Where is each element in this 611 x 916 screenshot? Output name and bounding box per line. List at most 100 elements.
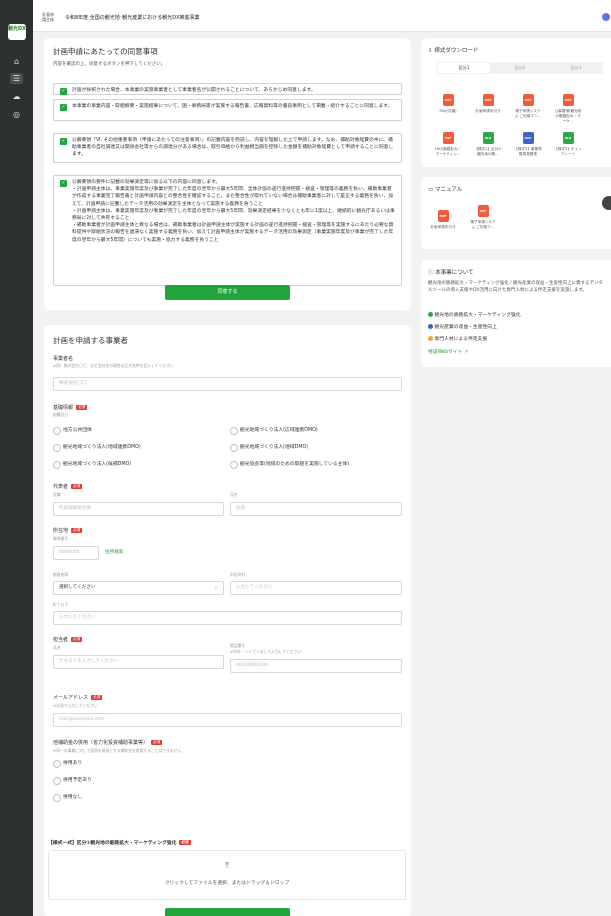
representative-label: 代表者 必須 <box>53 484 83 490</box>
chevron-down-icon: ⌄ <box>214 585 218 590</box>
manual-title: ▭ マニュアル <box>428 187 463 193</box>
street-label: 町丁以下 <box>53 602 69 607</box>
phone-input[interactable]: 00000000000 <box>230 659 402 673</box>
upload-icon: ⤒ <box>225 861 229 870</box>
cloud-icon[interactable]: ☁ <box>10 91 23 102</box>
website-link[interactable]: 特設Webサイト ↗ <box>428 348 468 355</box>
agree-item[interactable]: ✓ 計画が採択された場合、本事業の実施事業者として事業者名が公開されることについて… <box>53 83 402 95</box>
company-input[interactable]: 株式会社〇〇 <box>53 377 402 391</box>
user-icon[interactable]: ◎ <box>10 109 23 120</box>
org-type-radio[interactable]: 観光地域づくり法人(候補DMO) <box>53 461 131 469</box>
tab-category3[interactable]: 区分3 <box>550 63 602 73</box>
name-label: 氏名 <box>230 492 238 497</box>
zip-label: 郵便番号 <box>53 536 69 541</box>
tab-category1[interactable]: 区分1 <box>438 63 490 73</box>
orange-dot-icon <box>428 336 433 341</box>
email-input[interactable]: mail@example.com <box>53 713 402 727</box>
phone-note: ※市外・ハイフンなしで入力してください <box>230 649 302 654</box>
pdf-icon: PDF <box>477 205 489 217</box>
about-bullet: 観光産業の収益・生産性向上 <box>428 323 497 330</box>
download-item[interactable]: PDF 電子申請システム ご利用マニ… <box>514 94 542 119</box>
pdf-icon: PDF <box>442 94 454 106</box>
download-item[interactable]: PDF FAQ(共通) <box>434 94 462 114</box>
checkbox-checked[interactable]: ✓ <box>60 104 67 111</box>
about-title: ⓘ 本事業について <box>428 270 474 276</box>
manual-card: ▭ マニュアル PDF 計画申請手引き PDF 電子申請システム ご利用マ… <box>421 177 611 249</box>
pdf-icon: PDF <box>482 94 494 106</box>
top-header: 計画申請主体 令和8年度 全国の観光地･観光産業における観光DX推進事業 🔔︎ … <box>33 0 611 32</box>
submit-button[interactable] <box>165 908 290 916</box>
org-type-radio[interactable]: 地方公共団体 <box>53 427 92 435</box>
subsidy-radio[interactable]: 併用予定あり <box>53 777 92 785</box>
download-item[interactable]: DOC 【様式3】事業費概算見積書 <box>514 132 542 157</box>
checkbox-checked[interactable]: ✓ <box>60 88 67 95</box>
home-icon[interactable]: ⌂ <box>10 56 23 67</box>
about-bullet: 観光地の販路拡大・マーケティング強化 <box>428 311 521 318</box>
app-logo[interactable]: 観光DX <box>8 24 26 40</box>
manual-item[interactable]: PDF 計画申請手引き <box>429 210 457 230</box>
city-label: 市区町村 <box>230 572 246 577</box>
city-input[interactable]: 入力してください <box>230 581 402 595</box>
avatar[interactable] <box>602 13 610 21</box>
role-label: 役職 <box>53 492 61 497</box>
required-badge: 必須 <box>76 405 88 410</box>
pdf-icon: PDF <box>442 132 454 144</box>
side-rail: 観光DX ⌂ ☰ ☁ ◎ <box>0 0 33 916</box>
upload-dropzone[interactable]: ⤒ クリックしてファイルを選択、またはドラッグ＆ドロップ <box>48 850 406 900</box>
org-type-radio[interactable]: 観光地域づくり法人(地域連携DMO) <box>53 444 141 452</box>
downloads-title: ⇩ 様式ダウンロード <box>428 48 479 54</box>
download-item[interactable]: XLS 【様式3】チェックシート <box>554 132 582 157</box>
org-type-radio[interactable]: 観光地域づくり法人(広域連携DMO) <box>230 427 318 435</box>
download-item[interactable]: PDF 計画申請手引き <box>474 94 502 114</box>
form-title: 計画を申請する事業者 <box>53 336 128 345</box>
contact-name-input[interactable]: テキストを入力してください <box>53 655 224 669</box>
blue-dot-icon <box>428 324 433 329</box>
about-bullet: 専門人材による伴走支援 <box>428 335 487 342</box>
list-icon[interactable]: ☰ <box>10 73 23 84</box>
download-item[interactable]: XLS 【様式2】区分①観光地の販… <box>474 132 502 157</box>
applicant-form-card: 計画を申請する事業者 事業者名 ※例）株式会社〇〇、など会社名の場合は正式名称を… <box>44 325 411 916</box>
agree-item[interactable]: ✓ 本事業の事業内容・取組概要・実施結果について、国・事務局等が実施する報告書、広… <box>53 99 402 121</box>
downloads-card: ⇩ 様式ダウンロード 区分1 区分2 区分3 PDF FAQ(共通) PDF 計画申… <box>421 38 611 167</box>
zip-input[interactable]: 0000000 <box>53 546 99 560</box>
pref-label: 都道府県 <box>53 572 69 577</box>
pdf-icon: PDF <box>522 94 534 106</box>
company-label: 事業者名 <box>53 356 74 362</box>
street-input[interactable]: 入力してください <box>53 611 402 625</box>
agreement-title: 計画申請にあたっての同意事項 <box>53 47 158 56</box>
green-dot-icon <box>428 312 433 317</box>
upload-label: 【様式一式】区分①観光地の販路拡大・マーケティング強化 必須 <box>48 840 191 846</box>
agree-button[interactable]: 同意する <box>165 285 290 300</box>
manual-item[interactable]: PDF 電子申請システム ご利用マ… <box>469 205 497 230</box>
tab-category2[interactable]: 区分2 <box>494 63 546 73</box>
download-item[interactable]: PDF FAQ(販路拡大・マーケティン… <box>434 132 462 157</box>
agree-item[interactable]: ✓ 公募要領の要件に記載の効果測定等に係る以下の内容に同意します。 ・計画申請主体… <box>53 175 402 286</box>
download-item[interactable]: PDF 公募要領(観光地の販路拡大・マーケ… <box>554 94 582 124</box>
subsidy-radio[interactable]: 併用あり <box>53 760 82 768</box>
excel-icon: XLS <box>482 132 494 144</box>
name-input[interactable]: 氏名 <box>230 502 402 516</box>
about-card: ⓘ 本事業について 観光地の販路拡大・マーケティング強化 / 観光産業の収益・生… <box>421 260 611 367</box>
checkbox-checked[interactable]: ✓ <box>60 138 67 145</box>
address-label: 所在地 必須 <box>53 528 83 534</box>
checkbox-checked[interactable]: ✓ <box>60 180 67 187</box>
external-link-icon: ↗ <box>463 350 469 355</box>
org-type-label: 組織区分 <box>53 412 69 417</box>
about-text: 観光地の販路拡大・マーケティング強化 / 観光産業の収益・生産性向上に資するデジ… <box>428 281 603 293</box>
org-type-radio[interactable]: 観光地域づくり法人(地域DMO) <box>230 444 308 452</box>
word-icon: DOC <box>522 132 534 144</box>
zip-search-link[interactable]: 住所検索 <box>105 549 123 555</box>
agree-item[interactable]: ✓ 公募要領「Ⅵ. その他重要事項（申請にあたっての注意事項）」の記載内容を熟読し… <box>53 133 402 163</box>
basic-info-label: 基礎情報 必須 <box>53 405 88 411</box>
role-input[interactable]: 代表取締役社長 <box>53 502 224 516</box>
org-type-radio[interactable]: 観光協会等(地域のための取組を実施している主体) <box>230 461 349 469</box>
pdf-icon: PDF <box>562 94 574 106</box>
subsidy-label: 他補助金の併用（省力化投資補助事業等） 必須 <box>53 740 163 746</box>
subsidy-radio[interactable]: 併用なし <box>53 794 82 802</box>
pref-select[interactable]: 選択してください ⌄ <box>53 581 224 595</box>
downloads-tabs: 区分1 区分2 区分3 <box>437 62 603 74</box>
agreement-card: 計画申請にあたっての同意事項 内容を確認の上、同意するボタンを押下してください。… <box>44 38 411 310</box>
book-icon: ▭ <box>428 187 435 193</box>
email-label: メールアドレス 必須 <box>53 695 103 701</box>
scroll-handle[interactable] <box>602 196 611 210</box>
